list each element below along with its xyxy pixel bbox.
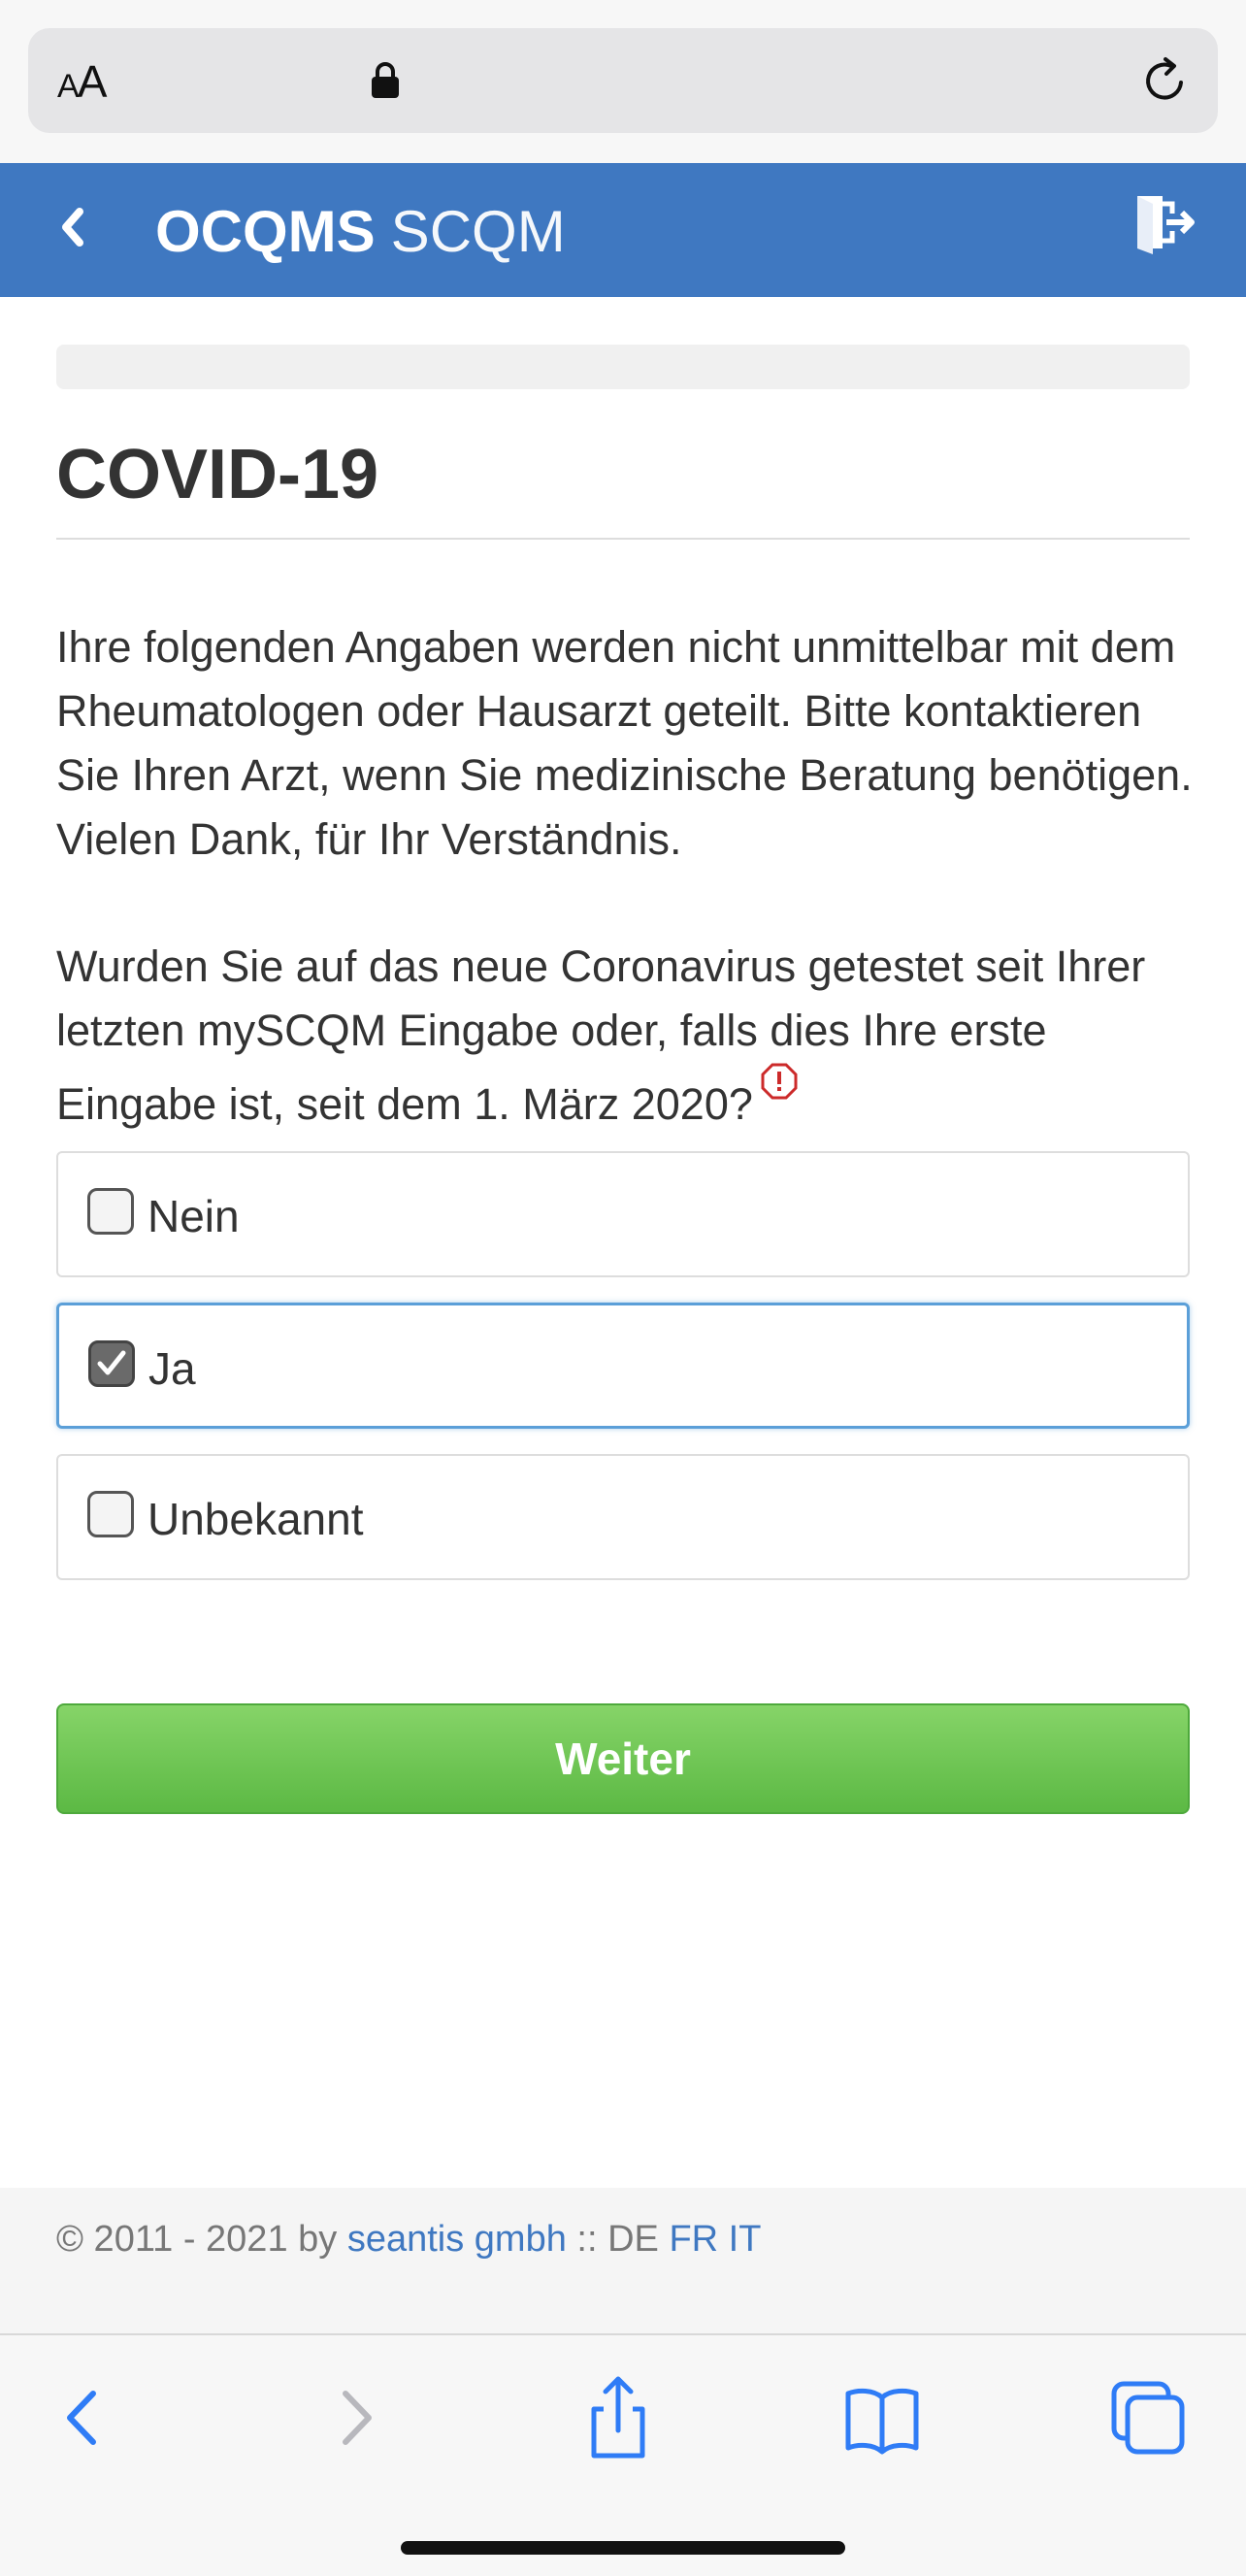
weiter-button[interactable]: Weiter bbox=[56, 1703, 1190, 1814]
footer-separator: :: bbox=[566, 2219, 608, 2260]
progress-bar bbox=[56, 345, 1190, 389]
option-label: Ja bbox=[148, 1343, 196, 1394]
bookmarks-icon[interactable] bbox=[838, 2374, 926, 2461]
company-link[interactable]: seantis gmbh bbox=[347, 2219, 567, 2260]
intro-text: Ihre folgenden Angaben werden nicht unmi… bbox=[56, 622, 1193, 864]
logout-icon[interactable] bbox=[1133, 190, 1196, 254]
brand-bold: OCQMS bbox=[155, 199, 376, 264]
checkmark-icon bbox=[97, 1350, 126, 1375]
option-label: Nein bbox=[148, 1191, 240, 1241]
browser-address-area: AA bbox=[0, 0, 1246, 163]
brand-light: SCQM bbox=[390, 199, 566, 264]
lang-fr-link[interactable]: FR bbox=[669, 2219, 718, 2260]
share-icon[interactable] bbox=[574, 2374, 662, 2461]
option-ja[interactable]: Ja bbox=[56, 1303, 1190, 1429]
question-label: Wurden Sie auf das neue Coronavirus gete… bbox=[56, 941, 1146, 1129]
option-unbekannt[interactable]: Unbekannt bbox=[56, 1454, 1190, 1580]
back-chevron-icon[interactable] bbox=[54, 200, 89, 254]
title-divider bbox=[56, 538, 1190, 540]
forward-icon[interactable] bbox=[311, 2374, 398, 2461]
copyright-text: © 2011 - 2021 by bbox=[56, 2219, 338, 2260]
tabs-icon[interactable] bbox=[1104, 2374, 1192, 2461]
url-bar[interactable]: AA bbox=[28, 28, 1218, 133]
page-title: COVID-19 bbox=[56, 436, 379, 513]
lock-icon bbox=[372, 62, 399, 98]
home-indicator bbox=[401, 2541, 845, 2555]
checkbox-ja[interactable] bbox=[88, 1340, 135, 1387]
app-header: OCQMS SCQM bbox=[0, 163, 1246, 297]
option-label: Unbekannt bbox=[148, 1494, 364, 1544]
reload-icon[interactable] bbox=[1138, 53, 1193, 108]
required-icon bbox=[761, 1063, 798, 1100]
question-text: Wurden Sie auf das neue Coronavirus gete… bbox=[56, 935, 1201, 1137]
footer-text: © 2011 - 2021 by seantis gmbh :: DE FR I… bbox=[56, 2219, 761, 2261]
browser-toolbar bbox=[0, 2333, 1246, 2576]
option-nein[interactable]: Nein bbox=[56, 1151, 1190, 1277]
back-icon[interactable] bbox=[41, 2374, 128, 2461]
lang-current: DE bbox=[607, 2219, 659, 2260]
page-footer: © 2011 - 2021 by seantis gmbh :: DE FR I… bbox=[0, 2188, 1246, 2333]
checkbox-unbekannt[interactable] bbox=[87, 1491, 134, 1537]
lang-it-link[interactable]: IT bbox=[729, 2219, 762, 2260]
brand-logo: OCQMS SCQM bbox=[155, 198, 566, 265]
checkbox-nein[interactable] bbox=[87, 1188, 134, 1235]
text-size-button[interactable]: AA bbox=[57, 55, 107, 108]
